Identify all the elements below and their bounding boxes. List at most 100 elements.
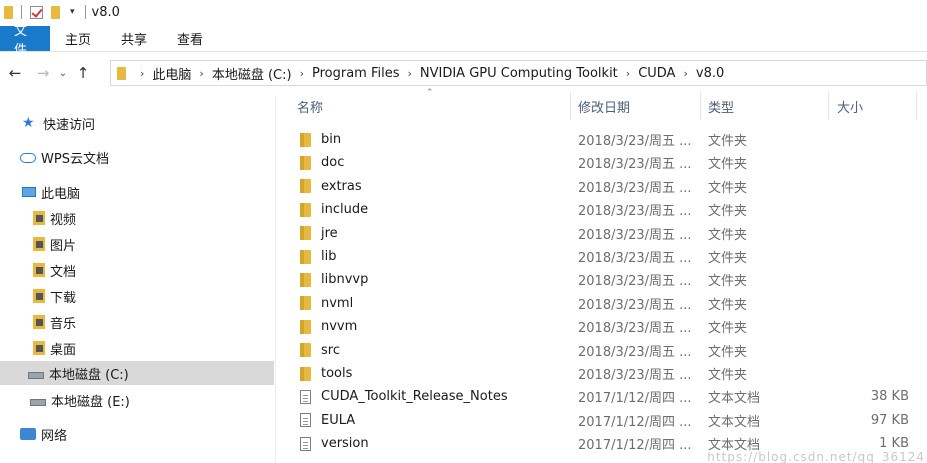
sidebar-item-this-pc[interactable]: 此电脑 <box>22 180 80 204</box>
tab-file[interactable]: 文件 <box>0 24 50 58</box>
sidebar-item-videos[interactable]: 视频 <box>33 206 76 230</box>
breadcrumb-drive-c[interactable]: 本地磁盘 (C:) <box>212 64 292 83</box>
sidebar-item-pictures[interactable]: 图片 <box>33 232 76 256</box>
customize-toolbar-dropdown-icon[interactable]: ▾ <box>70 7 75 17</box>
file-name-cell[interactable]: doc <box>300 151 570 174</box>
tab-view[interactable]: 查看 <box>162 26 218 51</box>
downloads-icon <box>33 289 45 303</box>
new-folder-icon[interactable] <box>51 5 60 19</box>
modified-date-cell: 2018/3/23/周五 ... <box>578 251 692 266</box>
column-header-size[interactable]: 大小 <box>837 92 907 120</box>
drive-icon <box>28 371 44 379</box>
modified-date-cell: 2017/1/12/周四 ... <box>578 438 692 454</box>
table-row[interactable]: libnvvp 2018/3/23/周五 ... 文件夹 <box>290 268 920 291</box>
file-name-cell[interactable]: jre <box>300 222 570 245</box>
sidebar-item-drive-e[interactable]: 本地磁盘 (E:) <box>30 388 130 412</box>
up-arrow-icon[interactable]: ↑ <box>72 64 94 82</box>
sidebar-item-desktop[interactable]: 桌面 <box>33 336 76 360</box>
text-document-icon <box>300 389 311 404</box>
file-name-cell[interactable]: nvvm <box>300 315 570 338</box>
table-row[interactable]: lib 2018/3/23/周五 ... 文件夹 <box>290 245 920 268</box>
sidebar-item-label: 本地磁盘 (E:) <box>51 394 130 410</box>
file-name-cell[interactable]: tools <box>300 362 570 385</box>
table-row[interactable]: bin 2018/3/23/周五 ... 文件夹 <box>290 128 920 151</box>
breadcrumb-chevron-icon[interactable]: › <box>199 67 203 80</box>
column-header-date[interactable]: 修改日期 <box>578 92 698 120</box>
file-type-cell: 文本文档 <box>708 414 761 430</box>
sidebar-item-quick-access[interactable]: ★ 快速访问 <box>22 111 95 135</box>
file-name: doc <box>321 155 345 171</box>
file-name: extras <box>321 178 362 194</box>
desktop-icon <box>33 341 45 355</box>
file-name-cell[interactable]: extras <box>300 175 570 198</box>
file-name: version <box>321 436 369 452</box>
table-row[interactable]: doc 2018/3/23/周五 ... 文件夹 <box>290 151 920 174</box>
modified-date-cell: 2017/1/12/周四 ... <box>578 414 692 430</box>
modified-date-cell: 2018/3/23/周五 ... <box>578 321 692 337</box>
column-header-type[interactable]: 类型 <box>708 92 818 120</box>
table-row[interactable]: nvml 2018/3/23/周五 ... 文件夹 <box>290 292 920 315</box>
breadcrumb-chevron-icon[interactable]: › <box>140 67 144 80</box>
file-name: libnvvp <box>321 272 369 288</box>
column-divider[interactable] <box>916 92 917 120</box>
recent-locations-chevron-down-icon[interactable]: ⌄ <box>54 68 72 79</box>
breadcrumb-cuda[interactable]: CUDA <box>638 66 675 81</box>
breadcrumb-chevron-icon[interactable]: › <box>683 67 687 80</box>
file-name-cell[interactable]: bin <box>300 128 570 151</box>
file-name-cell[interactable]: libnvvp <box>300 268 570 291</box>
column-divider[interactable] <box>700 92 701 120</box>
breadcrumb-this-pc[interactable]: 此电脑 <box>152 64 191 83</box>
address-bar[interactable]: › 此电脑 › 本地磁盘 (C:) › Program Files › NVID… <box>110 60 927 86</box>
breadcrumb-chevron-icon[interactable]: › <box>626 67 630 80</box>
file-name-cell[interactable]: include <box>300 198 570 221</box>
forward-arrow-icon[interactable]: → <box>32 64 54 82</box>
table-row[interactable]: extras 2018/3/23/周五 ... 文件夹 <box>290 175 920 198</box>
table-row[interactable]: include 2018/3/23/周五 ... 文件夹 <box>290 198 920 221</box>
music-icon <box>33 315 45 329</box>
sidebar-item-downloads[interactable]: 下载 <box>33 284 76 308</box>
table-row[interactable]: nvvm 2018/3/23/周五 ... 文件夹 <box>290 315 920 338</box>
table-row[interactable]: src 2018/3/23/周五 ... 文件夹 <box>290 339 920 362</box>
file-name-cell[interactable]: version <box>300 432 570 455</box>
folder-icon <box>4 5 13 19</box>
file-name-cell[interactable]: nvml <box>300 292 570 315</box>
file-name: bin <box>321 132 342 147</box>
toolbar-separator <box>21 5 22 19</box>
folder-icon <box>300 155 311 170</box>
file-name-cell[interactable]: src <box>300 339 570 362</box>
sidebar-item-drive-c[interactable]: 本地磁盘 (C:) <box>0 361 274 385</box>
column-divider[interactable] <box>828 92 829 120</box>
breadcrumb-chevron-icon[interactable]: › <box>407 67 411 80</box>
column-divider[interactable] <box>570 92 571 120</box>
file-name-cell[interactable]: lib <box>300 245 570 268</box>
table-row[interactable]: tools 2018/3/23/周五 ... 文件夹 <box>290 362 920 385</box>
table-row[interactable]: jre 2018/3/23/周五 ... 文件夹 <box>290 222 920 245</box>
file-type-cell: 文件夹 <box>708 274 748 290</box>
tab-home[interactable]: 主页 <box>50 26 106 51</box>
breadcrumb-nvidia-toolkit[interactable]: NVIDIA GPU Computing Toolkit <box>420 66 618 81</box>
breadcrumb-chevron-icon[interactable]: › <box>300 67 304 80</box>
sidebar-item-label: 图片 <box>50 238 77 254</box>
file-name-cell[interactable]: EULA <box>300 409 570 432</box>
table-row[interactable]: EULA 2017/1/12/周四 ... 文本文档 97 KB <box>290 409 920 432</box>
file-type-cell: 文件夹 <box>708 227 748 243</box>
file-name: EULA <box>321 412 356 428</box>
sidebar-item-network[interactable]: 网络 <box>20 422 67 446</box>
folder-icon <box>300 343 311 358</box>
breadcrumb-v8[interactable]: v8.0 <box>696 66 724 81</box>
file-type-cell: 文件夹 <box>708 251 748 266</box>
back-arrow-icon[interactable]: ← <box>4 64 26 82</box>
table-row[interactable]: CUDA_Toolkit_Release_Notes 2017/1/12/周四 .… <box>290 385 920 408</box>
tab-share[interactable]: 共享 <box>106 26 162 51</box>
sidebar-item-wps[interactable]: WPS云文档 <box>20 145 109 169</box>
breadcrumb-program-files[interactable]: Program Files <box>312 66 400 81</box>
modified-date-cell: 2018/3/23/周五 ... <box>578 157 692 173</box>
sidebar-item-documents[interactable]: 文档 <box>33 258 76 282</box>
file-type-cell: 文件夹 <box>708 134 748 149</box>
properties-icon[interactable] <box>30 5 43 19</box>
sidebar-item-music[interactable]: 音乐 <box>33 310 76 334</box>
file-name-cell[interactable]: CUDA_Toolkit_Release_Notes <box>300 385 570 408</box>
sidebar-item-label: 快速访问 <box>43 117 96 133</box>
file-size-cell: 97 KB <box>870 412 909 428</box>
column-header-name[interactable]: 名称 <box>297 92 567 120</box>
